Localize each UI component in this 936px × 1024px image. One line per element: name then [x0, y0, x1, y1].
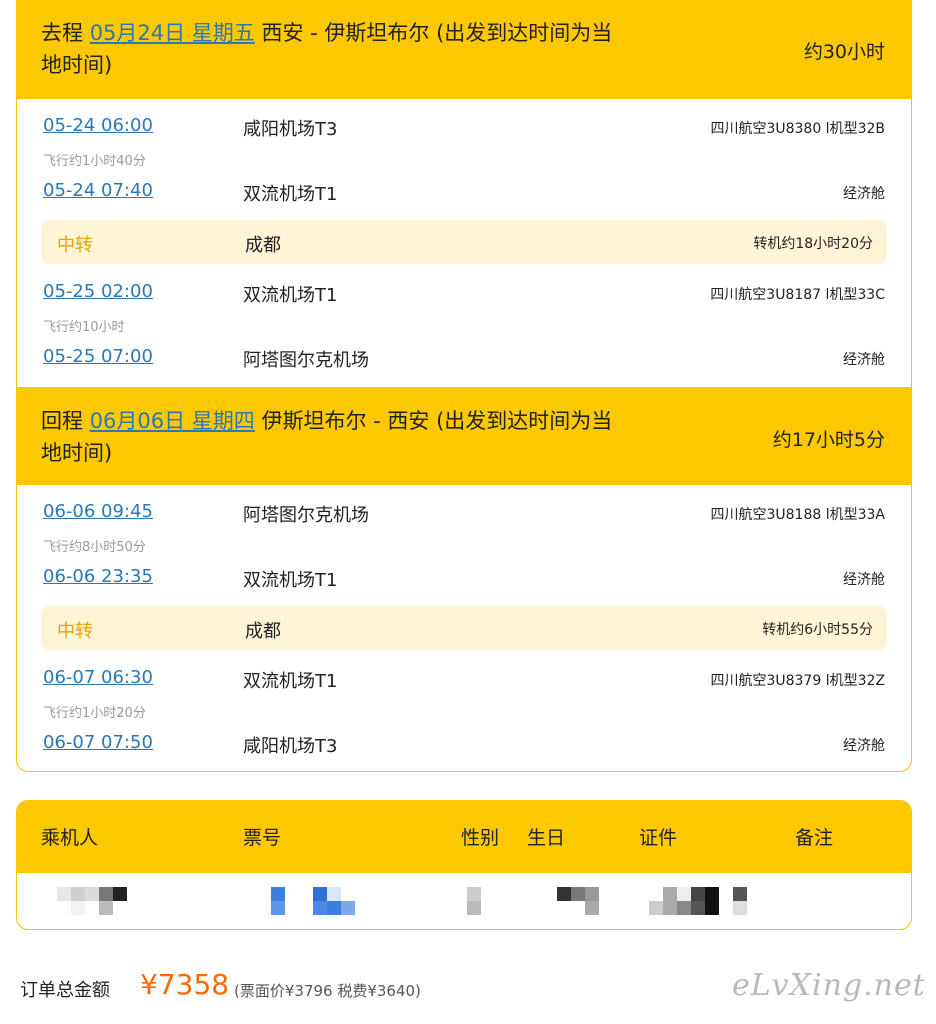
cabin-class: 经济舱 [843, 186, 885, 202]
outbound-leg2-departure: 05-25 02:00 双流机场T1 四川航空3U8187 l机型33C [17, 281, 911, 311]
itinerary-card: 去程 05月24日 星期五 西安 - 伊斯坦布尔 (出发到达时间为当地时间) 约… [16, 0, 912, 772]
redacted-birthday [557, 887, 599, 915]
return-label: 回程 [41, 409, 83, 433]
return-leg2-arrival: 06-07 07:50 咸阳机场T3 经济舱 [17, 732, 911, 762]
return-header: 回程 06月06日 星期四 伊斯坦布尔 - 西安 (出发到达时间为当地时间) 约… [17, 387, 911, 485]
passenger-row-redacted [17, 873, 911, 929]
transfer-city: 成都 [245, 621, 281, 642]
site-watermark: eLvXing.net [732, 968, 926, 1003]
transfer-wait: 转机约6小时55分 [762, 622, 873, 638]
arrival-airport: 双流机场T1 [243, 184, 338, 205]
departure-time-link[interactable]: 06-06 09:45 [43, 501, 153, 522]
departure-airport: 阿塔图尔克机场 [243, 505, 369, 526]
redacted-name [57, 887, 141, 915]
return-leg2-departure: 06-07 06:30 双流机场T1 四川航空3U8379 l机型32Z [17, 667, 911, 697]
return-segments: 06-06 09:45 阿塔图尔克机场 四川航空3U8188 l机型33A 飞行… [17, 485, 911, 771]
outbound-duration: 约30小时 [803, 41, 885, 63]
flight-duration: 飞行约1小时20分 [43, 706, 146, 721]
arrival-airport: 双流机场T1 [243, 570, 338, 591]
return-leg1-departure: 06-06 09:45 阿塔图尔克机场 四川航空3U8188 l机型33A [17, 501, 911, 531]
order-total-label: 订单总金额 [20, 980, 110, 1001]
header-ticket-no: 票号 [243, 827, 282, 849]
flight-duration: 飞行约8小时50分 [43, 540, 146, 555]
arrival-time-link[interactable]: 06-06 23:35 [43, 566, 153, 587]
outbound-header: 去程 05月24日 星期五 西安 - 伊斯坦布尔 (出发到达时间为当地时间) 约… [17, 0, 911, 99]
arrival-time-link[interactable]: 05-24 07:40 [43, 180, 153, 201]
return-leg1-arrival: 06-06 23:35 双流机场T1 经济舱 [17, 566, 911, 596]
transfer-label: 中转 [57, 621, 93, 642]
passenger-table: 乘机人 票号 性别 生日 证件 备注 [16, 800, 912, 930]
outbound-segments: 05-24 06:00 咸阳机场T3 四川航空3U8380 l机型32B 飞行约… [17, 99, 911, 387]
departure-airport: 咸阳机场T3 [243, 119, 338, 140]
return-title: 回程 06月06日 星期四 伊斯坦布尔 - 西安 (出发到达时间为当地时间) [41, 405, 621, 469]
header-passenger: 乘机人 [41, 827, 99, 849]
arrival-time-link[interactable]: 05-25 07:00 [43, 346, 153, 367]
departure-airport: 双流机场T1 [243, 285, 338, 306]
outbound-title: 去程 05月24日 星期五 西安 - 伊斯坦布尔 (出发到达时间为当地时间) [41, 17, 621, 81]
outbound-leg2-arrival: 05-25 07:00 阿塔图尔克机场 经济舱 [17, 346, 911, 376]
redacted-ticket-number [271, 887, 369, 915]
arrival-airport: 咸阳机场T3 [243, 736, 338, 757]
flight-duration: 飞行约1小时40分 [43, 154, 146, 169]
flight-info: 四川航空3U8380 l机型32B [710, 121, 885, 137]
transfer-wait: 转机约18小时20分 [753, 236, 873, 252]
redacted-id-number [649, 887, 761, 915]
flight-duration: 飞行约10小时 [43, 320, 125, 335]
departure-time-link[interactable]: 05-24 06:00 [43, 115, 153, 136]
header-birthday: 生日 [527, 827, 566, 849]
order-price-breakdown: (票面价¥3796 税费¥3640) [234, 982, 421, 1000]
departure-time-link[interactable]: 06-07 06:30 [43, 667, 153, 688]
cabin-class: 经济舱 [843, 352, 885, 368]
outbound-leg1-arrival: 05-24 07:40 双流机场T1 经济舱 [17, 180, 911, 210]
outbound-date-link[interactable]: 05月24日 星期五 [90, 21, 255, 45]
arrival-airport: 阿塔图尔克机场 [243, 350, 369, 371]
flight-info: 四川航空3U8379 l机型32Z [710, 673, 885, 689]
departure-time-link[interactable]: 05-25 02:00 [43, 281, 153, 302]
return-date-link[interactable]: 06月06日 星期四 [90, 409, 255, 433]
header-gender: 性别 [461, 827, 500, 849]
transfer-label: 中转 [57, 235, 93, 256]
cabin-class: 经济舱 [843, 738, 885, 754]
outbound-transfer: 中转 成都 转机约18小时20分 [41, 220, 887, 264]
flight-info: 四川航空3U8188 l机型33A [710, 507, 885, 523]
arrival-time-link[interactable]: 06-07 07:50 [43, 732, 153, 753]
outbound-leg1-departure: 05-24 06:00 咸阳机场T3 四川航空3U8380 l机型32B [17, 115, 911, 145]
header-id-document: 证件 [639, 827, 678, 849]
redacted-gender [467, 887, 481, 915]
outbound-label: 去程 [41, 21, 83, 45]
transfer-city: 成都 [245, 235, 281, 256]
cabin-class: 经济舱 [843, 572, 885, 588]
departure-airport: 双流机场T1 [243, 671, 338, 692]
header-remark: 备注 [795, 827, 834, 849]
passenger-table-header: 乘机人 票号 性别 生日 证件 备注 [17, 801, 911, 873]
return-duration: 约17小时5分 [772, 429, 885, 451]
return-transfer: 中转 成都 转机约6小时55分 [41, 606, 887, 650]
flight-info: 四川航空3U8187 l机型33C [710, 287, 885, 303]
order-total-amount: ¥7358 [140, 968, 230, 1001]
